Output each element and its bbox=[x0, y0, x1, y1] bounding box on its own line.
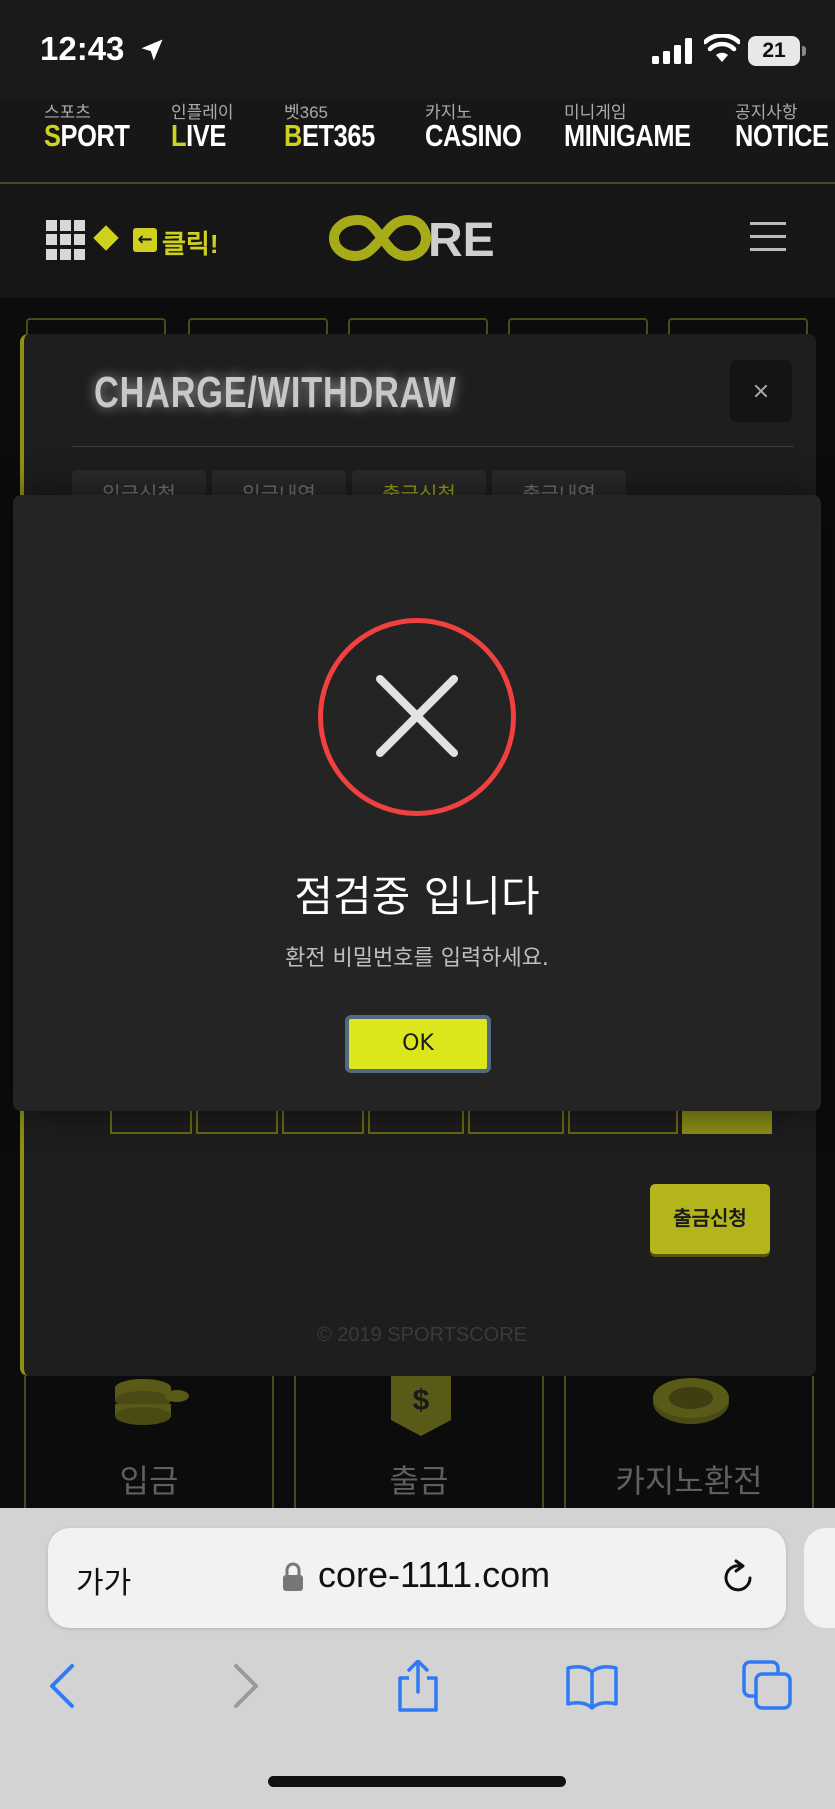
ok-button[interactable]: OK bbox=[345, 1015, 491, 1073]
money-envelope-icon: $ bbox=[391, 1376, 451, 1436]
coins-icon bbox=[115, 1379, 189, 1425]
url-text: core-1111.com bbox=[318, 1554, 551, 1595]
svg-text:RE: RE bbox=[428, 214, 495, 267]
tabs-icon[interactable] bbox=[742, 1660, 794, 1712]
divider bbox=[72, 446, 794, 447]
quick-label: 입금 bbox=[119, 1463, 179, 1499]
quick-menu: 입금 $ 출금 카지노환전 bbox=[24, 1376, 814, 1508]
nav-main-label: CASINO bbox=[425, 118, 522, 153]
reload-icon[interactable] bbox=[718, 1558, 758, 1598]
copyright: © 2019 SPORTSCORE bbox=[317, 1324, 527, 1346]
battery-icon: 21 bbox=[748, 36, 806, 66]
hamburger-menu-icon[interactable] bbox=[750, 222, 786, 252]
panel-close-button[interactable] bbox=[730, 360, 792, 422]
wifi-icon bbox=[704, 34, 740, 62]
withdraw-request-button[interactable]: 출금신청 bbox=[650, 1184, 770, 1254]
quick-item-casino-exchange[interactable]: 카지노환전 bbox=[564, 1376, 814, 1508]
quick-item-withdraw[interactable]: $ 출금 bbox=[294, 1376, 544, 1508]
forward-icon[interactable] bbox=[218, 1660, 270, 1712]
click-label[interactable]: 클릭! bbox=[162, 224, 219, 261]
status-bar: 12:43 21 bbox=[0, 0, 835, 98]
maintenance-modal: 점검중 입니다 환전 비밀번호를 입력하세요. OK bbox=[13, 495, 821, 1111]
panel-title: CHARGE/WITHDRAW bbox=[94, 368, 457, 417]
modal-title: 점검중 입니다 bbox=[294, 872, 540, 921]
reader-options-button[interactable]: 가가 bbox=[76, 1558, 131, 1602]
battery-level: 21 bbox=[748, 36, 800, 66]
site-header: ← 클릭! RE bbox=[0, 184, 835, 298]
chip-icon bbox=[653, 1378, 729, 1424]
bookmarks-icon[interactable] bbox=[566, 1660, 618, 1712]
top-nav: 스포츠 SPORT 인플레이 LIVE 벳365 BET365 카지노 CASI… bbox=[0, 98, 835, 184]
arrow-left-icon: ← bbox=[133, 228, 157, 252]
status-time: 12:43 bbox=[40, 30, 125, 67]
nav-main-label: MINIGAME bbox=[564, 118, 691, 153]
quick-label: 출금 bbox=[389, 1463, 449, 1499]
url-bar[interactable]: 가가 core-1111.com bbox=[48, 1528, 786, 1628]
browser-toolbar: 가가 core-1111.com bbox=[0, 1508, 835, 1809]
error-x-icon bbox=[376, 675, 458, 757]
back-icon[interactable] bbox=[38, 1660, 90, 1712]
core-logo[interactable]: RE bbox=[328, 206, 498, 270]
diamond-icon bbox=[93, 225, 119, 251]
quick-label: 카지노환전 bbox=[615, 1463, 763, 1499]
modal-message: 환전 비밀번호를 입력하세요. bbox=[285, 946, 549, 971]
lock-icon bbox=[283, 1562, 303, 1591]
nav-main-label: BET365 bbox=[284, 118, 375, 153]
svg-text:$: $ bbox=[413, 1384, 430, 1417]
nav-main-label: LIVE bbox=[171, 118, 226, 153]
home-indicator bbox=[268, 1776, 566, 1787]
cellular-signal-icon bbox=[652, 38, 692, 64]
share-icon[interactable] bbox=[392, 1660, 444, 1712]
quick-item-deposit[interactable]: 입금 bbox=[24, 1376, 274, 1508]
next-tab-preview[interactable] bbox=[804, 1528, 835, 1628]
grid-menu-icon[interactable] bbox=[46, 220, 86, 260]
location-arrow-icon bbox=[141, 39, 163, 61]
nav-main-label: SPORT bbox=[44, 118, 130, 153]
nav-main-label: NOTICE bbox=[735, 118, 829, 153]
